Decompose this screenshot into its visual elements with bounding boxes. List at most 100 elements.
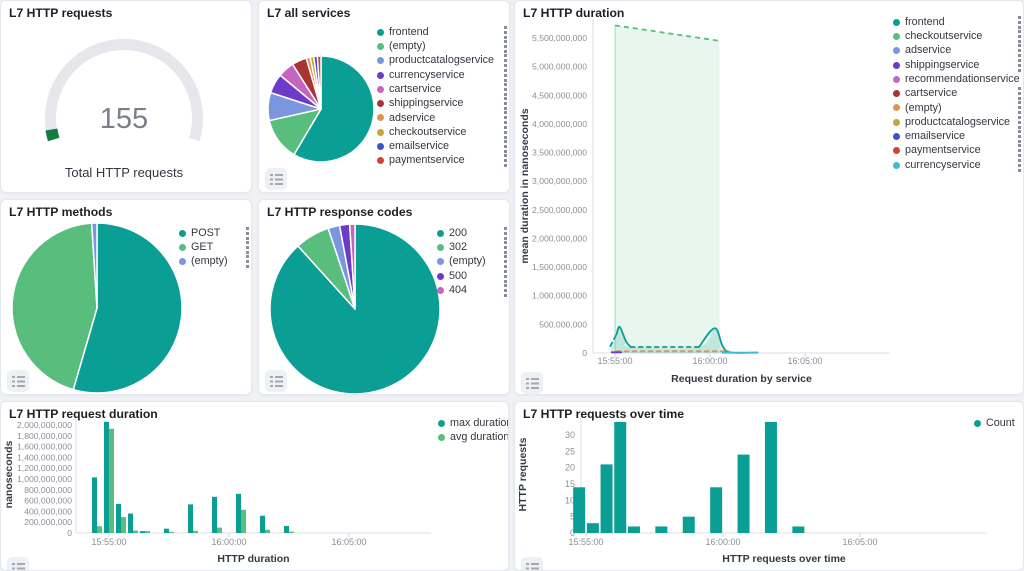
legend-item[interactable]: 200	[437, 226, 507, 240]
legend-item[interactable]: productcatalogservice	[893, 115, 1021, 129]
legend-toggle-button[interactable]	[521, 372, 543, 394]
legend-actions-icon[interactable]	[504, 255, 507, 268]
bar-max-duration[interactable]	[284, 526, 289, 533]
legend-actions-icon[interactable]	[1018, 44, 1021, 57]
bar-max-duration[interactable]	[212, 497, 217, 533]
legend-color-dot	[893, 90, 900, 97]
bar-avg-duration[interactable]	[109, 429, 114, 533]
legend-actions-icon[interactable]	[1018, 116, 1021, 129]
bar-max-duration[interactable]	[128, 514, 133, 533]
bar-max-duration[interactable]	[140, 531, 145, 533]
bar-avg-duration[interactable]	[241, 510, 246, 533]
legend-item[interactable]: currencyservice	[893, 158, 1021, 172]
legend-actions-icon[interactable]	[504, 83, 507, 96]
legend-toggle-button[interactable]	[7, 370, 29, 392]
bar-avg-duration[interactable]	[121, 517, 126, 533]
legend-item[interactable]: checkoutservice	[377, 125, 507, 139]
legend-actions-icon[interactable]	[1018, 101, 1021, 114]
legend-item[interactable]: productcatalogservice	[377, 54, 507, 68]
bar-count[interactable]	[738, 455, 750, 533]
legend-actions-icon[interactable]	[1018, 59, 1021, 72]
legend-item[interactable]: 404	[437, 283, 507, 297]
bar-avg-duration[interactable]	[145, 531, 150, 533]
bar-count[interactable]	[792, 526, 804, 533]
legend-item[interactable]: frontend	[893, 15, 1021, 29]
bar-avg-duration[interactable]	[97, 526, 102, 533]
legend-item[interactable]: GET	[179, 240, 249, 254]
legend-item[interactable]: emailservice	[377, 139, 507, 153]
legend-actions-icon[interactable]	[1018, 159, 1021, 172]
bar-max-duration[interactable]	[92, 477, 97, 533]
legend-actions-icon[interactable]	[246, 255, 249, 268]
legend-actions-icon[interactable]	[246, 241, 249, 254]
legend-actions-icon[interactable]	[504, 126, 507, 139]
legend-item[interactable]: 500	[437, 269, 507, 283]
legend-actions-icon[interactable]	[504, 69, 507, 82]
bar-count[interactable]	[655, 526, 667, 533]
legend-actions-icon[interactable]	[504, 284, 507, 297]
legend-item[interactable]: (empty)	[437, 255, 507, 269]
legend-toggle-button[interactable]	[265, 370, 287, 392]
legend-actions-icon[interactable]	[1018, 144, 1021, 157]
legend-item[interactable]: shippingservice	[893, 58, 1021, 72]
bar-avg-duration[interactable]	[289, 532, 294, 533]
legend-actions-icon[interactable]	[504, 111, 507, 124]
bar-avg-duration[interactable]	[217, 528, 222, 533]
legend-toggle-button[interactable]	[7, 557, 29, 571]
bar-max-duration[interactable]	[164, 529, 169, 533]
legend-actions-icon[interactable]	[504, 40, 507, 53]
bar-count[interactable]	[765, 422, 777, 533]
legend-item[interactable]: checkoutservice	[893, 29, 1021, 43]
legend-item[interactable]: cartservice	[377, 82, 507, 96]
legend-actions-icon[interactable]	[504, 140, 507, 153]
legend-actions-icon[interactable]	[1018, 87, 1021, 100]
legend-item[interactable]: adservice	[893, 44, 1021, 58]
legend-actions-icon[interactable]	[504, 54, 507, 67]
bar-count[interactable]	[587, 523, 599, 533]
legend-item[interactable]: POST	[179, 226, 249, 240]
legend-toggle-button[interactable]	[265, 168, 287, 190]
legend-actions-icon[interactable]	[246, 227, 249, 240]
bar-count[interactable]	[628, 526, 640, 533]
bar-max-duration[interactable]	[188, 504, 193, 533]
legend-actions-icon[interactable]	[504, 227, 507, 240]
legend-item[interactable]: currencyservice	[377, 68, 507, 82]
legend-actions-icon[interactable]	[1018, 16, 1021, 29]
legend-item[interactable]: shippingservice	[377, 96, 507, 110]
bar-count[interactable]	[601, 464, 613, 533]
legend-item[interactable]: frontend	[377, 25, 507, 39]
legend-item[interactable]: (empty)	[377, 39, 507, 53]
legend-item[interactable]: cartservice	[893, 86, 1021, 100]
legend-item[interactable]: paymentservice	[377, 154, 507, 168]
bar-count[interactable]	[614, 422, 626, 533]
legend-item[interactable]: Count	[974, 416, 1022, 430]
bar-avg-duration[interactable]	[133, 531, 138, 533]
legend-actions-icon[interactable]	[1018, 130, 1021, 143]
legend-item[interactable]: emailservice	[893, 129, 1021, 143]
bar-count[interactable]	[573, 487, 585, 533]
legend-item[interactable]: paymentservice	[893, 144, 1021, 158]
bar-avg-duration[interactable]	[265, 530, 270, 533]
legend-actions-icon[interactable]	[504, 26, 507, 39]
bar-avg-duration[interactable]	[169, 532, 174, 533]
legend-item[interactable]: (empty)	[179, 255, 249, 269]
bar-count[interactable]	[710, 487, 722, 533]
legend-actions-icon[interactable]	[504, 270, 507, 283]
legend-item[interactable]: 302	[437, 240, 507, 254]
legend-toggle-button[interactable]	[521, 557, 543, 571]
legend-actions-icon[interactable]	[504, 97, 507, 110]
bar-max-duration[interactable]	[260, 516, 265, 533]
legend-actions-icon[interactable]	[504, 154, 507, 167]
bar-max-duration[interactable]	[104, 422, 109, 533]
legend-item[interactable]: avg duration	[438, 430, 508, 444]
bar-count[interactable]	[683, 517, 695, 533]
legend-item[interactable]: adservice	[377, 111, 507, 125]
legend-item[interactable]: (empty)	[893, 101, 1021, 115]
bar-max-duration[interactable]	[116, 504, 121, 533]
bar-avg-duration[interactable]	[193, 531, 198, 533]
legend-actions-icon[interactable]	[1018, 30, 1021, 43]
legend-actions-icon[interactable]	[504, 241, 507, 254]
legend-item[interactable]: recommendationservice	[893, 72, 1021, 86]
bar-max-duration[interactable]	[236, 494, 241, 533]
legend-item[interactable]: max duration	[438, 416, 508, 430]
